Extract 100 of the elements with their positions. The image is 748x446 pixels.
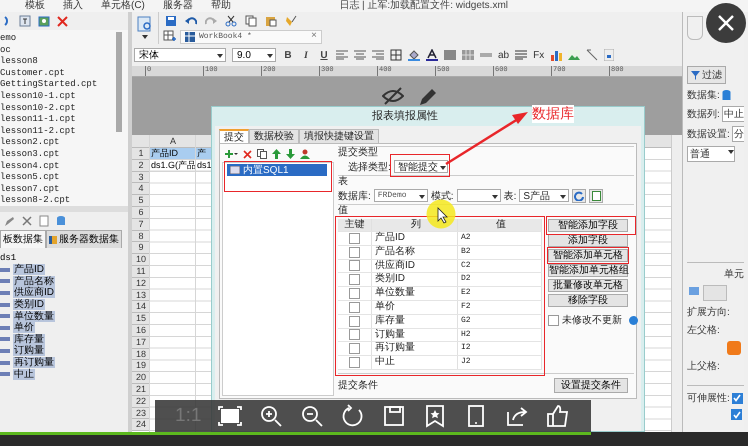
field-item[interactable]: 产品名称 [13, 276, 55, 287]
align-center-icon[interactable] [354, 50, 366, 60]
dataset-tab[interactable]: 服务器数据集 [46, 230, 122, 248]
column-header[interactable]: 值 [458, 219, 542, 231]
cut-icon[interactable] [225, 14, 237, 26]
table-cell[interactable]: F2 [458, 300, 542, 314]
save-icon[interactable] [165, 14, 177, 26]
checkbox[interactable] [349, 329, 360, 340]
row-header[interactable]: 5 [132, 195, 150, 207]
condition-button[interactable]: 设置提交条件 [554, 378, 628, 392]
table-cell[interactable]: 单价 [372, 300, 458, 314]
pencil-icon[interactable] [4, 216, 15, 226]
file-item[interactable]: oc [0, 44, 11, 56]
file-item[interactable]: lesson5.cpt [0, 172, 60, 184]
grid-add-icon[interactable] [163, 30, 176, 43]
mode-select[interactable]: 普通 [687, 146, 735, 162]
row-header[interactable]: 4 [132, 183, 150, 196]
row-header[interactable]: 20 [132, 372, 150, 384]
add-icon[interactable] [224, 149, 238, 159]
input-field[interactable]: 中止 [722, 106, 744, 122]
row-header[interactable]: 19 [132, 360, 150, 372]
field-item[interactable]: 单位数量 [13, 310, 55, 322]
file-item[interactable]: emo [0, 33, 16, 45]
schema-select[interactable] [456, 189, 501, 202]
row-header[interactable]: 9 [132, 242, 150, 254]
action-button[interactable]: 智能添加单元格 [548, 249, 628, 262]
zoom-out-icon[interactable] [300, 404, 324, 428]
table-cell[interactable]: 供应商ID [372, 260, 458, 272]
checkbox[interactable] [349, 246, 360, 258]
table-cell[interactable]: J2 [458, 356, 542, 369]
dialog-tab[interactable]: 提交 [219, 129, 249, 143]
copy-icon[interactable] [257, 149, 267, 159]
thumbs-up-icon[interactable] [546, 404, 570, 428]
type-select[interactable]: 智能提交 [394, 160, 448, 173]
table-cell[interactable]: H2 [458, 328, 542, 342]
field-item[interactable]: 再订购量 [13, 357, 55, 368]
file-item[interactable]: lesson8-2.cpt [0, 195, 70, 207]
dataset-name[interactable]: ds1 [0, 252, 16, 264]
copy-icon[interactable] [245, 14, 257, 26]
menu-item[interactable]: 帮助 [210, 0, 231, 12]
brush-icon[interactable] [285, 14, 297, 26]
file-item[interactable]: lesson11-2.cpt [0, 126, 76, 138]
table-cell[interactable]: E2 [458, 287, 542, 300]
text-box-icon[interactable] [19, 15, 31, 27]
table-cell[interactable]: 类别ID [372, 273, 458, 286]
delete-icon[interactable] [22, 216, 32, 226]
column-header[interactable]: 主键 [338, 219, 372, 231]
table-cell[interactable]: B2 [458, 246, 542, 259]
table-cell[interactable]: 产品名称 [372, 246, 458, 259]
checkbox[interactable] [349, 260, 360, 272]
align-right-icon[interactable] [372, 50, 384, 60]
refresh-button[interactable] [572, 188, 586, 202]
checkbox[interactable] [349, 357, 360, 368]
preview-icon[interactable] [137, 16, 153, 32]
field-item[interactable]: 单价 [13, 322, 35, 334]
menu-item[interactable]: 模板 [25, 0, 45, 12]
menu-item[interactable]: 单元格(C) [101, 0, 145, 12]
action-button[interactable]: 添加字段 [548, 234, 628, 247]
action-button[interactable]: 智能添加字段 [548, 219, 628, 232]
document-icon[interactable] [39, 215, 49, 227]
row-header[interactable]: 14 [132, 301, 150, 314]
file-item[interactable]: lesson10-1.cpt [0, 90, 76, 103]
row-header[interactable]: 10 [132, 254, 150, 266]
chart-icon[interactable] [550, 49, 562, 61]
dialog-tab[interactable]: 填报快捷键设置 [299, 129, 379, 143]
file-item[interactable]: GettingStarted.cpt [0, 79, 98, 91]
scrollbar[interactable] [116, 32, 122, 132]
border-icon[interactable] [390, 49, 402, 61]
field-item[interactable]: 类别ID [13, 299, 45, 310]
table-cell[interactable]: 产品ID [372, 232, 458, 245]
table-cell[interactable]: 库存量 [372, 314, 458, 328]
format-button[interactable]: U [318, 50, 330, 60]
workbook-tab[interactable]: WorkBook4 * × [180, 30, 322, 44]
menu-item[interactable]: 插入 [63, 0, 83, 12]
zoom-in-icon[interactable] [259, 404, 284, 428]
action-button[interactable]: 智能添加单元格组 [548, 264, 628, 277]
checkbox[interactable] [731, 409, 742, 420]
field-item[interactable]: 产品ID [13, 264, 45, 276]
table-cell[interactable]: 产品ID [150, 148, 196, 160]
format-button[interactable]: I [300, 50, 312, 60]
action-button[interactable]: 批量修改单元格 [548, 279, 628, 292]
dialog-tab[interactable]: 数据校验 [249, 129, 299, 143]
field-item[interactable]: 库存量 [13, 334, 45, 345]
paragraph-icon[interactable] [515, 50, 528, 60]
field-item[interactable]: 供应商ID [13, 287, 55, 298]
fullscreen-icon[interactable] [218, 404, 242, 428]
checkbox[interactable] [349, 343, 360, 354]
cell-icon[interactable] [687, 285, 701, 297]
table-cell[interactable]: I2 [458, 342, 542, 356]
arrow-down-icon[interactable] [286, 149, 295, 159]
font-color-icon[interactable] [426, 49, 438, 61]
table-cell[interactable]: D2 [458, 273, 542, 286]
text-button[interactable]: ab [498, 50, 510, 60]
filter-button[interactable]: 过滤 [687, 66, 726, 84]
file-item[interactable]: lesson10-2.cpt [0, 102, 76, 114]
table-cell[interactable]: C2 [458, 260, 542, 272]
save-icon[interactable] [382, 404, 406, 428]
dataset-tab[interactable]: 板数据集 [0, 230, 46, 248]
input-field[interactable]: 分 [732, 126, 744, 142]
table-select[interactable]: S产品 [519, 189, 570, 202]
